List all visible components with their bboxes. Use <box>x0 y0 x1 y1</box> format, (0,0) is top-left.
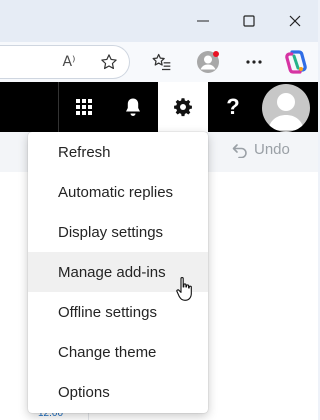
notifications-button[interactable] <box>108 82 158 132</box>
settings-button[interactable] <box>158 82 208 132</box>
window-title-bar <box>0 0 318 42</box>
menu-item-options[interactable]: Options <box>28 372 208 412</box>
hand-cursor-icon <box>176 277 192 301</box>
undo-button[interactable]: Undo <box>232 141 290 158</box>
settings-menu: Refresh Automatic replies Display settin… <box>28 132 208 413</box>
close-icon <box>289 15 301 27</box>
favorites-button[interactable] <box>147 47 177 77</box>
gear-icon <box>174 98 192 117</box>
profile-icon <box>197 51 219 73</box>
menu-item-display-settings[interactable]: Display settings <box>28 212 208 252</box>
close-button[interactable] <box>272 0 318 42</box>
favorites-star-icon <box>101 54 117 70</box>
menu-item-label: Refresh <box>58 143 111 161</box>
menu-item-change-theme[interactable]: Change theme <box>28 332 208 372</box>
menu-item-label: Display settings <box>58 223 164 241</box>
menu-item-automatic-replies[interactable]: Automatic replies <box>28 172 208 212</box>
menu-item-label: Offline settings <box>58 303 157 321</box>
menu-item-refresh[interactable]: Refresh <box>28 132 208 172</box>
undo-label: Undo <box>254 141 290 158</box>
read-aloud-icon: A⁾ <box>62 54 76 70</box>
menu-item-label: Automatic replies <box>58 183 174 201</box>
menu-item-label: Change theme <box>58 343 157 361</box>
more-icon <box>246 60 262 64</box>
app-launcher-icon <box>75 99 92 115</box>
profile-button[interactable] <box>193 47 223 77</box>
help-icon: ? <box>226 94 240 119</box>
bell-icon <box>126 98 140 116</box>
minimize-icon <box>197 20 209 22</box>
read-aloud-button[interactable]: A⁾ <box>54 47 84 77</box>
avatar[interactable] <box>262 84 310 132</box>
undo-icon <box>232 143 247 158</box>
user-avatar-icon <box>268 93 304 130</box>
settings-and-more-button[interactable] <box>239 47 269 77</box>
minimize-button[interactable] <box>180 0 226 42</box>
help-button[interactable]: ? <box>208 82 258 132</box>
copilot-button[interactable] <box>281 47 311 77</box>
favorites-list-icon <box>152 53 171 71</box>
add-favorite-button[interactable] <box>94 47 124 77</box>
maximize-button[interactable] <box>226 0 272 42</box>
browser-toolbar: A⁾ <box>0 42 318 82</box>
copilot-icon <box>285 50 307 74</box>
maximize-icon <box>243 15 255 27</box>
menu-item-label: Options <box>58 383 110 401</box>
app-launcher-button[interactable] <box>58 82 108 132</box>
menu-item-label: Manage add-ins <box>58 263 166 281</box>
